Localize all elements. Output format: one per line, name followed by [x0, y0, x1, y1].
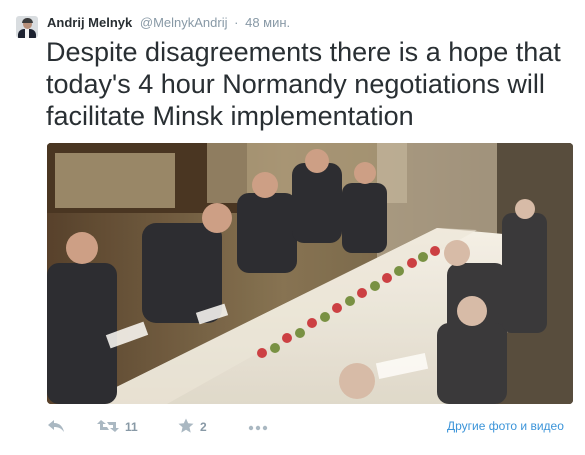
tweet: Andrij Melnyk @MelnykAndrij · 48 мин. De… [0, 0, 585, 455]
photo-meeting-scene [47, 143, 573, 404]
favorite-count: 2 [200, 420, 207, 434]
tweet-photo[interactable] [47, 143, 573, 404]
author-fullname[interactable]: Andrij Melnyk [47, 15, 132, 30]
more-button[interactable] [248, 418, 268, 436]
tweet-header: Andrij Melnyk @MelnykAndrij · 48 мин. [47, 14, 290, 32]
retweet-icon [97, 419, 119, 436]
more-icon [248, 420, 268, 434]
more-photos-link[interactable]: Другие фото и видео [447, 419, 564, 433]
star-icon [178, 418, 194, 437]
tweet-actions: 11 2 Другие фото и видео [0, 410, 585, 444]
favorite-button[interactable]: 2 [178, 418, 207, 436]
tweet-text: Despite disagreements there is a hope th… [46, 37, 561, 131]
avatar[interactable] [16, 16, 38, 38]
tweet-timestamp[interactable]: 48 мин. [245, 15, 290, 30]
author-username[interactable]: @MelnykAndrij [140, 15, 228, 30]
retweet-button[interactable]: 11 [97, 418, 138, 436]
reply-button[interactable] [47, 418, 65, 436]
retweet-count: 11 [125, 420, 138, 434]
header-separator: · [234, 15, 239, 30]
reply-icon [47, 419, 65, 436]
